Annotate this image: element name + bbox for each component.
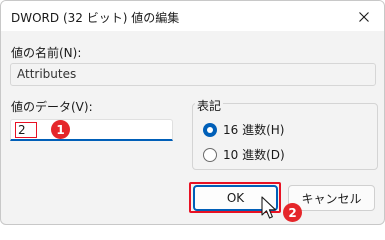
radio-hexadecimal[interactable]: 16 進数(H) bbox=[203, 121, 284, 138]
radio-hexadecimal-label: 16 進数(H) bbox=[223, 123, 285, 137]
close-icon bbox=[359, 7, 369, 26]
radio-decimal[interactable]: 10 進数(D) bbox=[203, 146, 285, 163]
window-title: DWORD (32 ビット) 値の編集 bbox=[11, 11, 180, 25]
radio-selected-icon bbox=[203, 122, 217, 137]
step-2-badge: 2 bbox=[283, 203, 302, 222]
close-button[interactable] bbox=[345, 2, 383, 30]
cancel-button[interactable]: キャンセル bbox=[288, 185, 375, 211]
value-data-text: 2 bbox=[15, 122, 37, 138]
radio-unselected-icon bbox=[203, 147, 217, 162]
value-data-label: 値のデータ(V): bbox=[11, 100, 93, 114]
title-bar: DWORD (32 ビット) 値の編集 bbox=[1, 1, 384, 31]
value-data-input[interactable]: 2 bbox=[10, 119, 173, 141]
radio-decimal-label: 10 進数(D) bbox=[223, 148, 285, 162]
dword-edit-dialog: DWORD (32 ビット) 値の編集 値の名前(N): Attributes … bbox=[0, 0, 385, 225]
value-name-field: Attributes bbox=[10, 63, 376, 86]
value-name-label: 値の名前(N): bbox=[11, 46, 82, 60]
mouse-pointer-icon bbox=[261, 196, 277, 224]
step-1-badge: 1 bbox=[51, 120, 70, 139]
base-group-title: 表記 bbox=[195, 97, 224, 114]
